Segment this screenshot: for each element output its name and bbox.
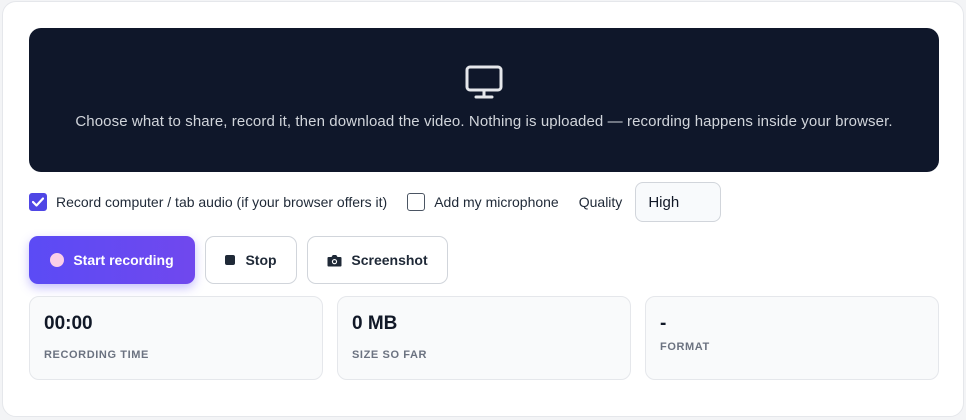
options-row: Record computer / tab audio (if your bro… — [29, 182, 939, 222]
stat-label: FORMAT — [660, 341, 710, 353]
preview-hint: Choose what to share, record it, then do… — [75, 113, 893, 130]
quality-select[interactable]: High — [635, 182, 722, 222]
stat-value: - — [660, 313, 667, 334]
stat-format: - FORMAT — [645, 296, 939, 380]
stats-row: 00:00 RECORDING TIME 0 MB SIZE SO FAR - … — [29, 296, 939, 380]
microphone-checkbox[interactable]: Add my microphone — [407, 193, 559, 211]
stat-value: 00:00 — [44, 313, 93, 334]
system-audio-label: Record computer / tab audio (if your bro… — [56, 194, 388, 210]
camera-icon — [327, 254, 342, 266]
recorder-card: Choose what to share, record it, then do… — [2, 1, 964, 417]
stat-size-so-far: 0 MB SIZE SO FAR — [337, 296, 631, 380]
stop-square-icon — [225, 255, 236, 265]
record-dot-icon — [50, 253, 65, 267]
preview-area: Choose what to share, record it, then do… — [29, 28, 939, 172]
quality-label: Quality — [578, 194, 623, 210]
screenshot-button[interactable]: Screenshot — [307, 236, 448, 284]
checkbox-checked-icon[interactable] — [29, 193, 47, 211]
stop-button[interactable]: Stop — [205, 236, 297, 284]
stop-label: Stop — [245, 252, 277, 268]
stat-label: SIZE SO FAR — [352, 349, 428, 361]
start-recording-button[interactable]: Start recording — [29, 236, 195, 284]
quality-selected-value: High — [648, 193, 680, 211]
stat-value: 0 MB — [352, 313, 398, 334]
stat-recording-time: 00:00 RECORDING TIME — [29, 296, 323, 380]
screenshot-label: Screenshot — [351, 252, 428, 268]
monitor-icon — [465, 65, 503, 99]
stat-label: RECORDING TIME — [44, 349, 149, 361]
microphone-label: Add my microphone — [434, 194, 559, 210]
checkbox-unchecked-icon[interactable] — [407, 193, 426, 211]
system-audio-checkbox[interactable]: Record computer / tab audio (if your bro… — [29, 193, 387, 211]
start-recording-label: Start recording — [73, 252, 174, 268]
actions-row: Start recording Stop Screenshot — [29, 236, 448, 284]
